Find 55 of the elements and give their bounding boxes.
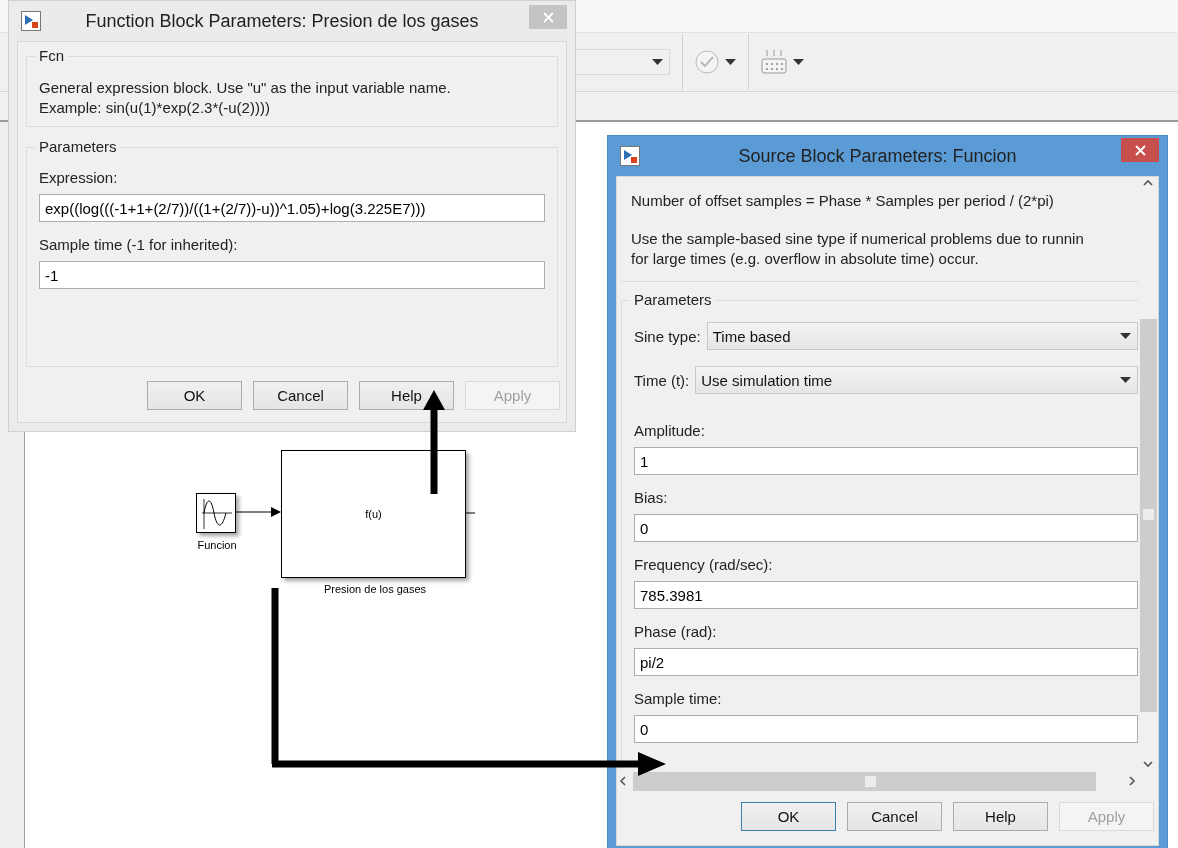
scroll-right-icon[interactable]	[1126, 775, 1138, 787]
field-label: Phase (rad):	[634, 623, 718, 640]
input-field[interactable]: 785.3981	[634, 581, 1138, 609]
input-field[interactable]: -1	[39, 261, 545, 289]
close-icon	[542, 11, 554, 23]
block-label: Funcion	[197, 539, 237, 551]
field-label: Frequency (rad/sec):	[634, 556, 774, 573]
field-label: Sample time:	[634, 690, 723, 707]
check-icon	[695, 50, 719, 74]
dialog-button[interactable]: OK	[741, 802, 836, 831]
field-label: Sample time (-1 for inherited):	[39, 236, 239, 253]
scroll-down-icon[interactable]	[1142, 758, 1154, 770]
dialog-title: Source Block Parameters: Funcion	[737, 145, 1018, 167]
caret-icon	[1120, 333, 1131, 339]
input-field[interactable]: exp((log(((-1+1+(2/7))/((1+(2/7))-u))^1.05)+log(3.225E7)))	[39, 194, 545, 222]
scroll-thumb[interactable]	[1142, 509, 1154, 520]
scroll-left-icon[interactable]	[617, 775, 629, 787]
dialog-button[interactable]: Cancel	[253, 381, 348, 410]
input-field[interactable]: pi/2	[634, 648, 1138, 676]
scroll-thumb[interactable]	[865, 775, 876, 787]
block-icon	[620, 146, 640, 166]
block-label: Presion de los gases	[323, 583, 427, 595]
dialog-title: Function Block Parameters: Presion de los gases	[84, 10, 480, 32]
signal-line	[465, 512, 475, 514]
block-icon	[21, 11, 41, 31]
input-field[interactable]: 0	[634, 715, 1138, 743]
sine-wave-block[interactable]	[196, 493, 236, 533]
caret-icon	[725, 59, 736, 65]
dropdown[interactable]: Use simulation time	[695, 366, 1138, 394]
caret-icon	[652, 59, 663, 65]
description-text: Use the sample-based sine type if numerical problems due to runnin for large times (e.g. overflow in absolute time) occur.	[631, 229, 1085, 269]
grid-icon	[761, 49, 787, 75]
function-block[interactable]: f(u)	[281, 450, 466, 578]
dropdown[interactable]: Time based	[706, 322, 1138, 350]
description-text: Number of offset samples = Phase * Samples per period / (2*pi)	[631, 191, 1055, 211]
toolbar-button[interactable]	[695, 50, 736, 74]
dialog-button[interactable]: Help	[953, 802, 1048, 831]
field-label: Sine type:	[634, 327, 701, 345]
input-field[interactable]: 0	[634, 514, 1138, 542]
signal-line	[235, 506, 281, 518]
field-label: Expression:	[39, 169, 119, 186]
field-label: Bias:	[634, 489, 669, 506]
field-label: Amplitude:	[634, 422, 706, 439]
close-icon	[1134, 144, 1146, 156]
input-field[interactable]: 1	[634, 447, 1138, 475]
dialog-button[interactable]: OK	[147, 381, 242, 410]
toolbar-button[interactable]	[761, 49, 804, 75]
description-text: General expression block. Use "u" as the input variable name. Example: sin(u(1)*exp(2.3*(-u(2))))	[39, 78, 452, 118]
caret-icon	[1120, 377, 1131, 383]
field-label: Time (t):	[634, 371, 690, 389]
dialog-button[interactable]: Help	[359, 381, 454, 410]
close-button[interactable]	[1121, 138, 1159, 162]
vertical-scrollbar[interactable]	[1138, 177, 1158, 770]
dialog-button[interactable]: Cancel	[847, 802, 942, 831]
caret-icon	[793, 59, 804, 65]
